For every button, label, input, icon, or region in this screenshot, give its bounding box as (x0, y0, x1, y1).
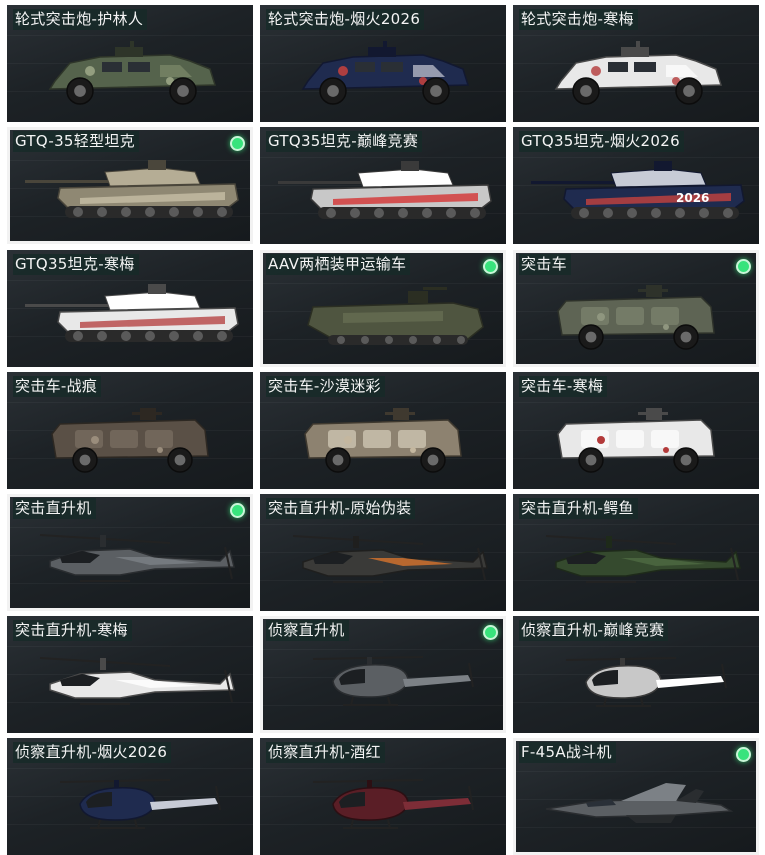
skin-card[interactable]: GTQ35坦克-寒梅 (7, 250, 253, 367)
skin-card[interactable]: 轮式突击炮-烟火2026 (260, 5, 506, 122)
owned-indicator-icon (736, 259, 751, 274)
skin-card-label: GTQ35坦克-烟火2026 (519, 131, 684, 152)
owned-indicator-icon (230, 136, 245, 151)
scout-vehicle-image (59, 778, 221, 829)
skin-card-label: 侦察直升机-巅峰竞赛 (519, 620, 669, 641)
skin-card[interactable]: AAV两栖装甲运输车 (260, 250, 506, 367)
skin-card[interactable]: 轮式突击炮-护林人 (7, 5, 253, 122)
skin-card-label: 突击车-寒梅 (519, 376, 608, 397)
skin-card[interactable]: 突击车-寒梅 (513, 372, 759, 489)
owned-indicator-icon (483, 259, 498, 274)
jet-vehicle-image (545, 783, 734, 824)
skin-card-label: F-45A战斗机 (519, 742, 616, 763)
tank-decal: 2026 (676, 191, 709, 205)
mrap-vehicle-image (557, 285, 715, 351)
skin-card[interactable]: 轮式突击炮-寒梅 (513, 5, 759, 122)
skin-card-label: 突击直升机-鳄鱼 (519, 498, 638, 519)
skin-card[interactable]: 2026 GTQ35坦克-烟火2026 (513, 127, 759, 244)
skin-card[interactable]: GTQ-35轻型坦克 (7, 127, 253, 244)
skin-card-label: 突击车-战痕 (13, 376, 102, 397)
apache-vehicle-image (39, 656, 235, 705)
skin-card-label: 侦察直升机 (266, 620, 349, 641)
skin-card-label: 轮式突击炮-寒梅 (519, 9, 638, 30)
skin-card-label: 突击直升机-寒梅 (13, 620, 132, 641)
tank-vehicle-image: 2026 (531, 160, 745, 219)
scout-vehicle-image (312, 656, 474, 707)
skin-card-label: GTQ-35轻型坦克 (13, 131, 139, 152)
skin-card[interactable]: 突击直升机 (7, 494, 253, 611)
skin-card[interactable]: 突击直升机-原始伪装 (260, 494, 506, 611)
skin-card[interactable]: GTQ35坦克-巅峰竞赛 (260, 127, 506, 244)
apache-vehicle-image (292, 534, 488, 583)
scout-vehicle-image (565, 656, 727, 707)
skin-card-label: GTQ35坦克-巅峰竞赛 (266, 131, 423, 152)
skin-card-label: 轮式突击炮-烟火2026 (266, 9, 425, 30)
skin-card[interactable]: 突击车-战痕 (7, 372, 253, 489)
wheeled-vehicle-image (48, 40, 217, 105)
owned-indicator-icon (230, 503, 245, 518)
skin-card-label: 侦察直升机-烟火2026 (13, 742, 172, 763)
skin-card-label: 突击车 (519, 254, 571, 275)
skin-card[interactable]: F-45A战斗机 (513, 738, 759, 855)
tank-vehicle-image (25, 283, 239, 342)
skin-card-label: 侦察直升机-酒红 (266, 742, 385, 763)
skin-grid: 轮式突击炮-护林人 轮式突击炮-烟火2026 轮式突击炮-寒梅 GTQ-35轻型坦克 G… (0, 0, 765, 855)
skin-card[interactable]: 突击车-沙漠迷彩 (260, 372, 506, 489)
aav-vehicle-image (307, 287, 484, 346)
wheeled-vehicle-image (554, 40, 723, 105)
owned-indicator-icon (483, 625, 498, 640)
skin-card-label: 轮式突击炮-护林人 (13, 9, 148, 30)
scout-vehicle-image (312, 778, 474, 829)
skin-card-label: 突击直升机-原始伪装 (266, 498, 416, 519)
mrap-vehicle-image (51, 407, 209, 473)
tank-vehicle-image (278, 160, 492, 219)
apache-vehicle-image (545, 534, 741, 583)
skin-card-label: 突击直升机 (13, 498, 96, 519)
skin-card-label: GTQ35坦克-寒梅 (13, 254, 139, 275)
mrap-vehicle-image (557, 407, 715, 473)
skin-card[interactable]: 侦察直升机-巅峰竞赛 (513, 616, 759, 733)
skin-card[interactable]: 突击车 (513, 250, 759, 367)
owned-indicator-icon (736, 747, 751, 762)
mrap-vehicle-image (304, 407, 462, 473)
wheeled-vehicle-image (301, 40, 470, 105)
tank-vehicle-image (25, 160, 239, 219)
skin-card[interactable]: 侦察直升机 (260, 616, 506, 733)
skin-card[interactable]: 侦察直升机-酒红 (260, 738, 506, 855)
skin-card[interactable]: 突击直升机-鳄鱼 (513, 494, 759, 611)
skin-card[interactable]: 侦察直升机-烟火2026 (7, 738, 253, 855)
skin-card[interactable]: 突击直升机-寒梅 (7, 616, 253, 733)
apache-vehicle-image (39, 534, 235, 583)
skin-card-label: AAV两栖装甲运输车 (266, 254, 411, 275)
skin-card-label: 突击车-沙漠迷彩 (266, 376, 385, 397)
